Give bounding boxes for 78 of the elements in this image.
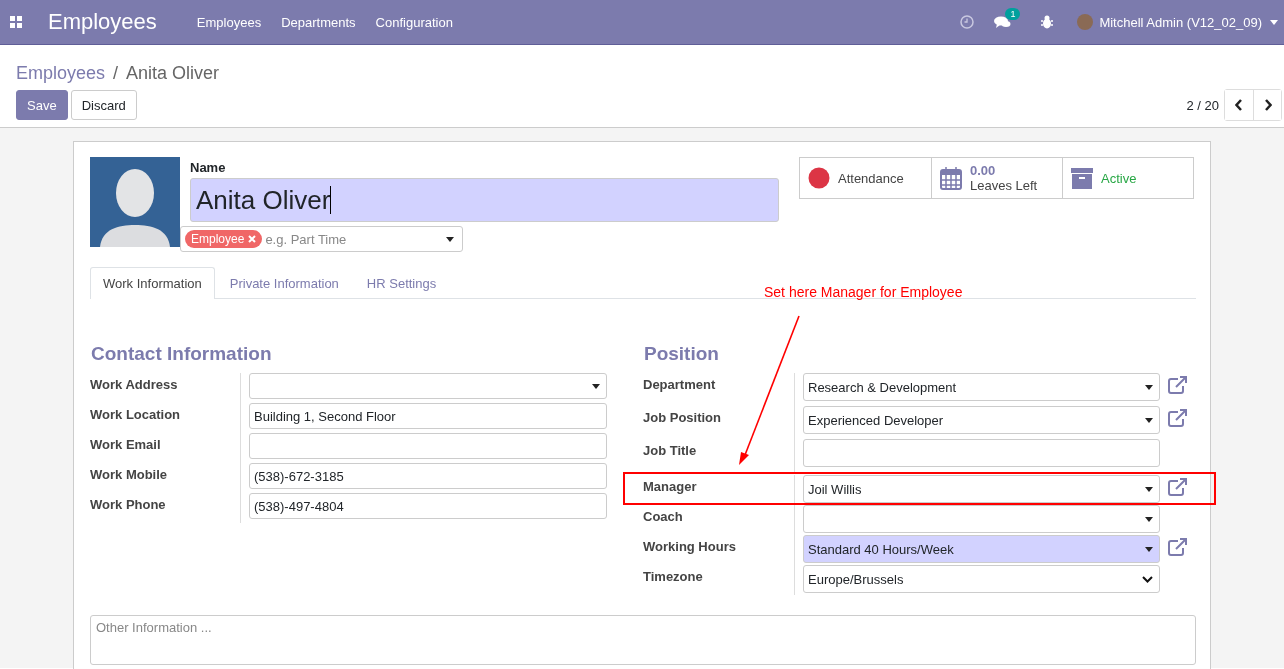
chevron-left-icon [1235,99,1243,111]
field-label: Work Mobile [90,466,169,484]
field-label: Work Email [90,436,162,454]
select-field[interactable] [803,505,1160,533]
tags-field[interactable]: Employee e.g. Part Time [180,226,463,252]
menu-link[interactable]: Configuration [375,14,453,30]
dropdown-caret-icon [1145,417,1153,423]
select-field[interactable]: Europe/Brussels [803,565,1160,593]
stat-label: Attendance [838,170,904,186]
field-label: Work Phone [90,496,167,514]
dropdown-caret-icon [1145,516,1153,522]
external-link-icon[interactable] [1168,409,1188,427]
next-button[interactable] [1253,90,1281,120]
field-label: Name [190,160,227,175]
select-field[interactable]: Experienced Developer [803,406,1160,434]
app-title: Employees [48,9,157,35]
input-field[interactable] [803,439,1160,467]
pager-counter: 2 / 20 [1186,97,1219,113]
dropdown-caret-icon [446,236,454,242]
external-link-icon[interactable] [1168,478,1188,496]
field-label: Job Position [643,409,722,425]
field-label: Job Title [643,442,698,458]
discard-button[interactable]: Discard [70,90,137,120]
caret-icon [1270,19,1278,25]
user-menu[interactable]: Mitchell Admin (V12_02_09) [1099,14,1262,30]
external-link-icon[interactable] [1168,538,1188,556]
field-label: Coach [643,508,684,524]
bug-icon[interactable] [1041,15,1054,29]
dropdown-caret-icon [1145,546,1153,552]
field-label: Timezone [643,568,704,584]
select-field[interactable] [249,373,607,399]
menu-link[interactable]: Departments [281,14,356,30]
name-input[interactable]: Anita Oliver [190,178,779,222]
dropdown-caret-icon [592,383,600,389]
breadcrumb-current: Anita Oliver [126,62,220,84]
tab[interactable]: Private Information [216,267,352,299]
input-field[interactable]: (538)-672-3185 [249,463,607,489]
apps-grid-icon[interactable] [10,16,22,28]
field-label: Work Address [90,376,179,394]
status-dot-icon [808,167,830,189]
section-heading: Position [644,343,720,365]
clock-icon[interactable] [960,15,975,29]
tab[interactable]: HR Settings [353,267,450,299]
field-label: Department [643,376,717,392]
chevron-down-icon [1142,575,1153,583]
external-link-icon[interactable] [1168,376,1188,394]
archive-box-icon [1071,167,1093,189]
calendar-icon [940,166,962,190]
avatar-silhouette-placeholder[interactable] [90,157,180,247]
select-field[interactable]: Research & Development [803,373,1160,401]
message-count-badge: 1 [1005,8,1021,20]
annotation-text: Set here Manager for Employee [764,284,963,300]
input-field[interactable] [249,433,607,459]
notes-textarea[interactable]: Other Information ... [90,615,1196,665]
input-field[interactable]: (538)-497-4804 [249,493,607,519]
stat-label: 0.00 Leaves Left [970,163,1038,193]
dropdown-caret-icon [1145,384,1153,390]
save-button[interactable]: Save [16,90,68,120]
field-label: Manager [643,478,698,494]
breadcrumb-separator: / [113,62,119,84]
notes-placeholder: Other Information ... [96,620,212,635]
select-field[interactable]: Standard 40 Hours/Week [803,535,1160,563]
menu-link[interactable]: Employees [196,14,262,30]
leaves-stat-button[interactable]: 0.00 Leaves Left [931,158,1062,198]
tags-placeholder: e.g. Part Time [265,231,347,247]
section-heading: Contact Information [91,343,273,365]
chevron-right-icon [1263,99,1272,111]
attendance-stat-button[interactable]: Attendance [800,158,931,198]
dropdown-caret-icon [1145,486,1153,492]
select-field[interactable]: Joil Willis [803,475,1160,503]
breadcrumb-link[interactable]: Employees [16,62,106,84]
chat-bubbles-icon[interactable] [994,15,1012,29]
field-label: Working Hours [643,538,737,554]
tag-badge: Employee [185,230,263,248]
field-label: Work Location [90,406,182,424]
tab[interactable]: Work Information [90,267,215,299]
stat-label: Active [1101,170,1137,186]
input-field[interactable]: Building 1, Second Floor [249,403,607,429]
